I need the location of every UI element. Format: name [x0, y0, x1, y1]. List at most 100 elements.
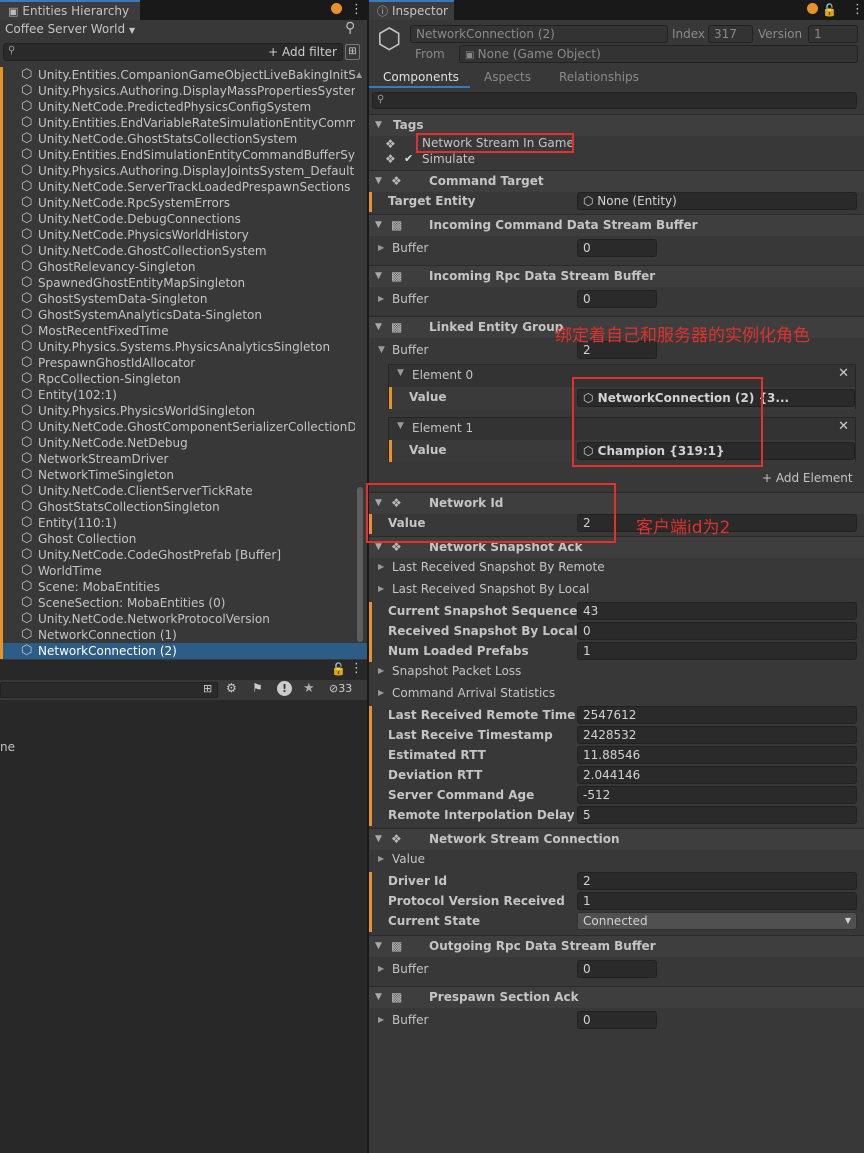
hierarchy-item[interactable]: ⬡ Unity.NetCode.NetworkProtocolVersion [0, 611, 355, 627]
hierarchy-item[interactable]: ⬡ WorldTime [0, 563, 355, 579]
foldout-arrow-icon[interactable]: ▼ [397, 421, 404, 431]
foldout-arrow-icon[interactable]: ▶ [378, 661, 384, 681]
foldout-arrow-icon[interactable]: ▶ [378, 579, 384, 599]
tab-inspector[interactable]: ⓘ Inspector [369, 0, 454, 20]
tab-aspects[interactable]: Aspects [484, 70, 531, 84]
hidden-count-toggle[interactable]: ⊘33 [329, 682, 352, 695]
hierarchy-item[interactable]: ⬡ Unity.NetCode.PhysicsWorldHistory [0, 227, 355, 243]
hierarchy-item[interactable]: ⬡ NetworkTimeSingleton [0, 467, 355, 483]
hierarchy-item[interactable]: ⬡ PrespawnGhostIdAllocator [0, 355, 355, 371]
hierarchy-item[interactable]: ⬡ Unity.Physics.Authoring.DisplayJointsSy… [0, 163, 355, 179]
hierarchy-item[interactable]: ⬡ SceneSection: MobaEntities (0) [0, 595, 355, 611]
foldout-arrow-icon[interactable]: ▶ [378, 238, 384, 258]
component-search-input[interactable]: ⚲ [372, 92, 857, 109]
fold-value[interactable]: Value [392, 849, 425, 869]
world-selector[interactable]: Coffee Server World ▼ [5, 22, 135, 36]
entity-name-field[interactable]: NetworkConnection (2) [410, 25, 668, 43]
hierarchy-scrollbar-thumb[interactable] [357, 487, 363, 642]
hierarchy-item[interactable]: ⬡ Unity.NetCode.CodeGhostPrefab [Buffer] [0, 547, 355, 563]
enabled-checkbox[interactable]: ✔ [404, 152, 413, 165]
fold-snapshot-packet-loss[interactable]: Snapshot Packet Loss [392, 661, 521, 681]
hierarchy-item[interactable]: ⬡ GhostRelevancy-Singleton [0, 259, 355, 275]
value-field[interactable]: 11.88546 [577, 746, 857, 764]
buffer-count-field[interactable]: 0 [577, 290, 657, 308]
network-stream-connection-header[interactable]: ▼ ❖ Network Stream Connection [369, 828, 864, 850]
value-field[interactable]: 43 [577, 602, 857, 620]
hierarchy-item[interactable]: ⬡ Unity.Entities.EndSimulationEntityComma… [0, 147, 355, 163]
outgoing-rpc-buffer-header[interactable]: ▼ ▩ Outgoing Rpc Data Stream Buffer [369, 935, 864, 957]
prespawn-section-ack-header[interactable]: ▼ ▩ Prespawn Section Ack [369, 986, 864, 1008]
kebab-menu-icon[interactable]: ⋮ [350, 661, 363, 676]
hierarchy-item[interactable]: ⬡ Unity.Physics.Authoring.DisplayMassProp… [0, 83, 355, 99]
hierarchy-item[interactable]: ⬡ Unity.NetCode.DebugConnections [0, 211, 355, 227]
hierarchy-item[interactable]: ⬡ NetworkConnection (1) [0, 627, 355, 643]
value-field[interactable]: 2547612 [577, 706, 857, 724]
kebab-menu-icon[interactable]: ⋮ [851, 0, 864, 20]
foldout-arrow-icon[interactable]: ▶ [378, 683, 384, 703]
foldout-arrow-icon[interactable]: ▼ [378, 340, 385, 360]
hierarchy-item[interactable]: ⬡ Unity.NetCode.ClientServerTickRate [0, 483, 355, 499]
value-field[interactable]: 1 [577, 642, 857, 660]
tab-relationships[interactable]: Relationships [559, 70, 639, 84]
search-icon[interactable]: ⚲ [345, 20, 355, 36]
value-field[interactable]: 2428532 [577, 726, 857, 744]
hierarchy-item[interactable]: ⬡ Unity.Entities.CompanionGameObjectLiveB… [0, 67, 355, 83]
foldout-arrow-icon[interactable]: ▶ [378, 557, 384, 577]
tab-entities-hierarchy[interactable]: ▣ Entities Hierarchy [0, 0, 140, 20]
buffer-count-field[interactable]: 0 [577, 960, 657, 978]
filter-icon[interactable]: ⊞ [203, 682, 212, 695]
hierarchy-item[interactable]: ⬡ Unity.NetCode.ServerTrackLoadedPrespawn… [0, 179, 355, 195]
tag-icon[interactable]: ⚑ [252, 681, 263, 695]
value-field[interactable]: 0 [577, 622, 857, 640]
filter-options-icon[interactable]: ⊞ [345, 44, 360, 60]
remove-element-icon[interactable]: ✕ [838, 366, 849, 381]
hierarchy-item[interactable]: ⬡ SpawnedGhostEntityMapSingleton [0, 275, 355, 291]
foldout-arrow-icon[interactable]: ▼ [397, 368, 404, 378]
remove-element-icon[interactable]: ✕ [838, 419, 849, 434]
hierarchy-item[interactable]: ⬡ Unity.NetCode.GhostStatsCollectionSyste… [0, 131, 355, 147]
target-entity-field[interactable]: ⬡ None (Entity) [577, 192, 857, 210]
hierarchy-search-input[interactable]: ⚲ + Add filter [3, 43, 343, 61]
hierarchy-item[interactable]: ⬡ RpcCollection-Singleton [0, 371, 355, 387]
fold-last-received-local[interactable]: Last Received Snapshot By Local [392, 579, 589, 599]
value-field[interactable]: 5 [577, 806, 857, 824]
lock-icon[interactable]: 🔓 [331, 662, 346, 676]
hierarchy-item[interactable]: ⬡ Unity.NetCode.NetDebug [0, 435, 355, 451]
buffer-count-field[interactable]: 0 [577, 239, 657, 257]
warning-icon[interactable]: ! [277, 681, 292, 696]
kebab-menu-icon[interactable]: ⋮ [350, 0, 363, 20]
hierarchy-item[interactable]: ⬡ Unity.NetCode.GhostComponentSerializerC… [0, 419, 355, 435]
truncated-list-item[interactable]: ne [0, 740, 15, 754]
fold-command-arrival-statistics[interactable]: Command Arrival Statistics [392, 683, 555, 703]
lock-icon[interactable]: 🔓 [822, 0, 837, 20]
current-state-dropdown[interactable]: Connected ▼ [577, 912, 857, 930]
protocol-version-field[interactable]: 1 [577, 892, 857, 910]
hierarchy-item[interactable]: ⬡ Unity.Physics.PhysicsWorldSingleton [0, 403, 355, 419]
driver-id-field[interactable]: 2 [577, 872, 857, 890]
hierarchy-item[interactable]: ⬡ Scene: MobaEntities [0, 579, 355, 595]
foldout-arrow-icon[interactable]: ▶ [378, 849, 384, 869]
lower-search-input[interactable] [0, 682, 218, 698]
component-filter-icon[interactable]: ⚙ [226, 681, 237, 695]
command-target-header[interactable]: ▼ ❖ Command Target [369, 170, 864, 192]
incoming-command-buffer-header[interactable]: ▼ ▩ Incoming Command Data Stream Buffer [369, 214, 864, 236]
add-filter-button[interactable]: + Add filter [268, 45, 337, 59]
incoming-rpc-buffer-header[interactable]: ▼ ▩ Incoming Rpc Data Stream Buffer [369, 265, 864, 287]
hierarchy-item[interactable]: ⬡ GhostSystemData-Singleton [0, 291, 355, 307]
hierarchy-item[interactable]: ⬡ GhostSystemAnalyticsData-Singleton [0, 307, 355, 323]
value-field[interactable]: 2.044146 [577, 766, 857, 784]
hierarchy-item[interactable]: ⬡ NetworkConnection (2) [0, 643, 367, 659]
hierarchy-item[interactable]: ⬡ GhostStatsCollectionSingleton [0, 499, 355, 515]
hierarchy-item[interactable]: ⬡ Ghost Collection [0, 531, 355, 547]
hierarchy-item[interactable]: ⬡ Entity(102:1) [0, 387, 355, 403]
buffer-count-field[interactable]: 0 [577, 1011, 657, 1029]
value-field[interactable]: -512 [577, 786, 857, 804]
hierarchy-item[interactable]: ⬡ Unity.Entities.EndVariableRateSimulatio… [0, 115, 355, 131]
hierarchy-item[interactable]: ⬡ Unity.Physics.Systems.PhysicsAnalyticsS… [0, 339, 355, 355]
hierarchy-item[interactable]: ⬡ Unity.NetCode.GhostCollectionSystem [0, 243, 355, 259]
add-element-button[interactable]: + Add Element [762, 471, 853, 485]
hierarchy-item[interactable]: ⬡ NetworkStreamDriver [0, 451, 355, 467]
hierarchy-item[interactable]: ⬡ Unity.NetCode.PredictedPhysicsConfigSys… [0, 99, 355, 115]
tab-components[interactable]: Components [383, 70, 459, 84]
foldout-arrow-icon[interactable]: ▶ [378, 1010, 384, 1030]
